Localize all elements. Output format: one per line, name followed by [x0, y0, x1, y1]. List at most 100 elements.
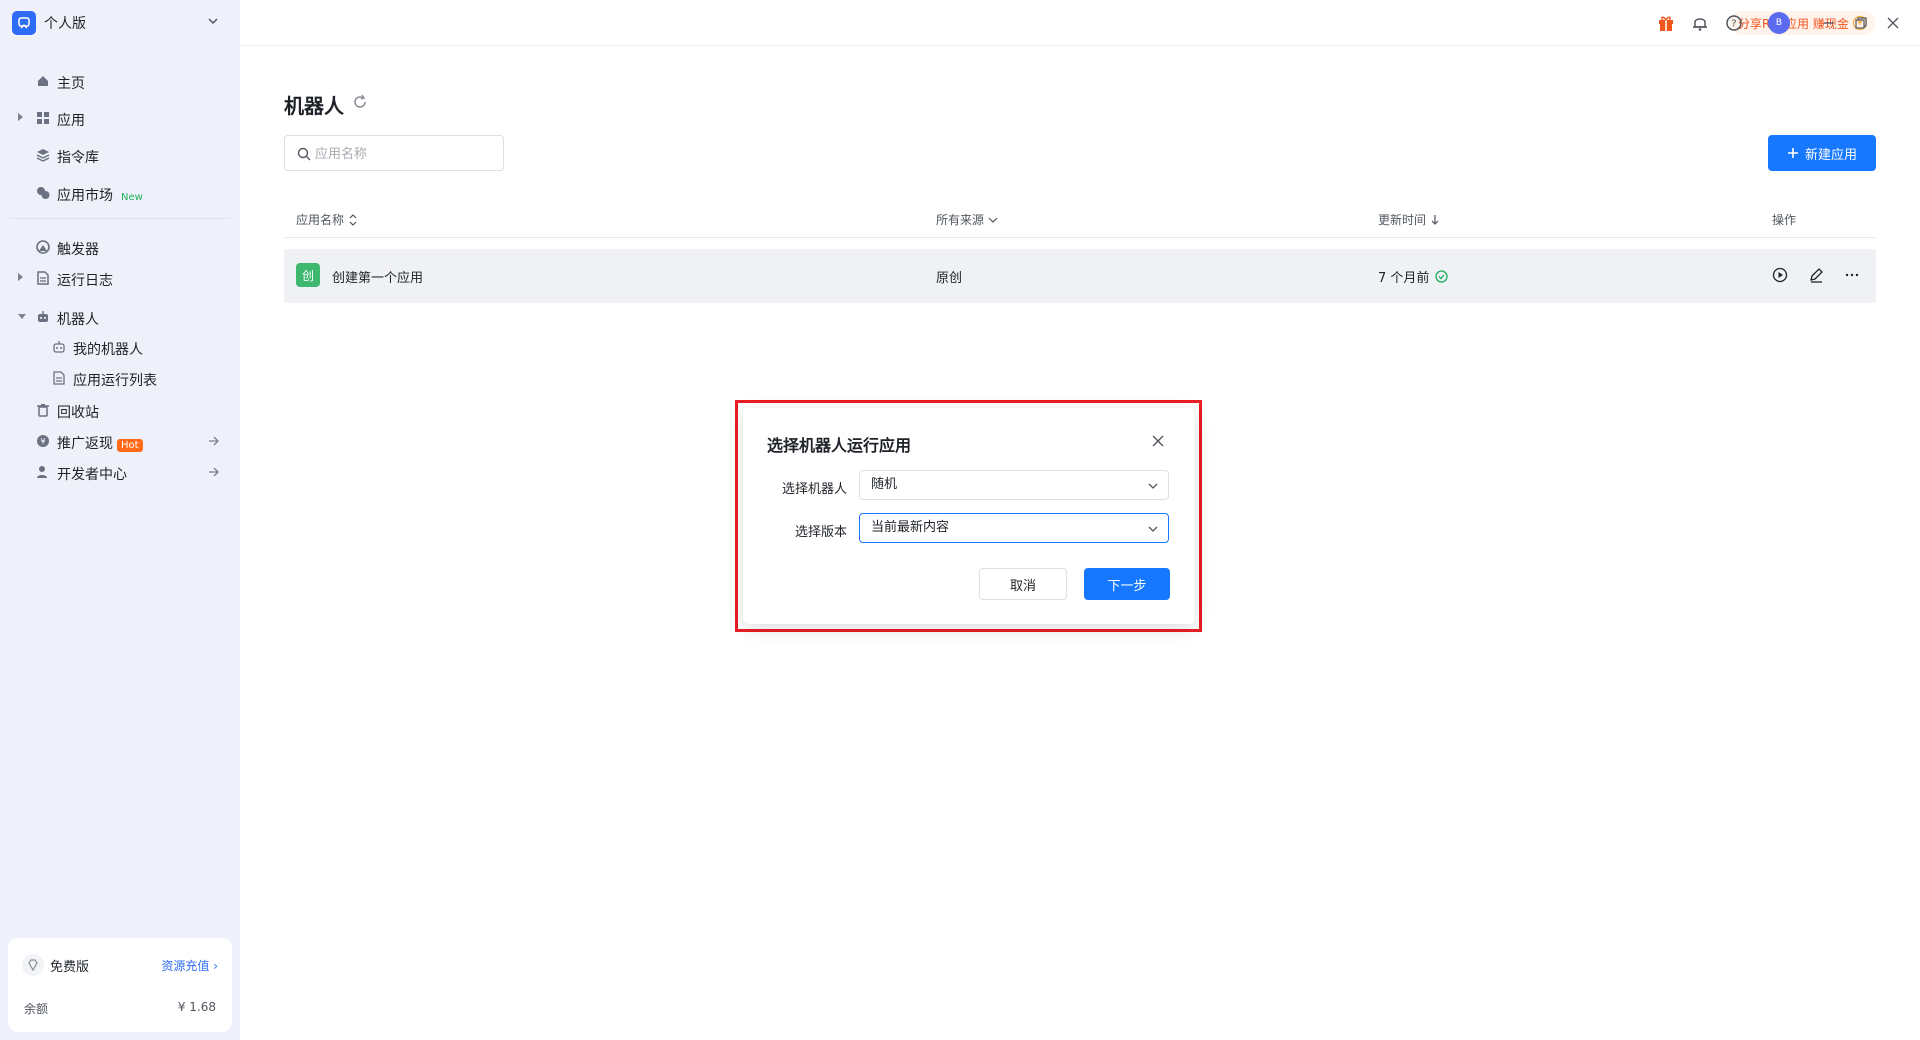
chevron-down-icon — [988, 217, 998, 223]
sidebar-item-apps[interactable]: 应用 — [10, 101, 230, 135]
restore-icon[interactable] — [1852, 14, 1870, 32]
search-field[interactable] — [284, 135, 504, 171]
balance-label: 余额 — [24, 1002, 49, 1016]
layers-icon — [36, 149, 50, 162]
plan-name: 免费版 — [50, 959, 90, 975]
app-badge-icon: 创 — [296, 263, 320, 287]
sidebar-item-label: 我的机器人 — [73, 342, 143, 358]
sidebar-item-referral[interactable]: ¥ 推广返现 Hot — [10, 424, 230, 458]
sidebar-item-recycle-bin[interactable]: 回收站 — [10, 393, 230, 427]
column-header-updated[interactable]: 更新时间 — [1378, 211, 1440, 228]
trash-icon — [37, 404, 49, 417]
sort-icon — [349, 213, 357, 226]
search-input[interactable] — [315, 144, 495, 164]
workspace-name: 个人版 — [44, 16, 86, 32]
plus-icon — [1787, 148, 1798, 158]
document-icon — [37, 271, 49, 285]
close-icon[interactable] — [1151, 434, 1165, 448]
column-header-name[interactable]: 应用名称 — [296, 211, 358, 228]
table-row[interactable]: 创 创建第一个应用 原创 7 个月前 — [284, 249, 1876, 303]
page-title: 机器人 — [284, 94, 344, 118]
row-actions — [1772, 267, 1860, 283]
robot-select[interactable]: 随机 — [859, 470, 1169, 500]
version-select[interactable]: 当前最新内容 — [859, 513, 1169, 543]
search-icon — [297, 147, 311, 161]
plan-card: 免费版 资源充值 › 余额 ¥ 1.68 — [8, 938, 232, 1032]
sidebar-item-app-market[interactable]: 应用市场 New — [10, 176, 230, 210]
trigger-icon — [36, 240, 50, 254]
sidebar-item-label: 应用市场 New — [57, 188, 143, 204]
robot-select-value: 随机 — [871, 477, 898, 492]
column-header-actions: 操作 — [1772, 211, 1796, 228]
arrow-right-icon — [209, 436, 219, 446]
sidebar-item-label: 应用 — [57, 113, 85, 129]
sidebar-item-run-logs[interactable]: 运行日志 — [10, 261, 230, 295]
dialog-title: 选择机器人运行应用 — [767, 436, 912, 455]
diamond-icon — [22, 954, 44, 976]
run-icon[interactable] — [1772, 267, 1788, 283]
expand-arrow-icon[interactable] — [18, 273, 23, 281]
expand-arrow-icon[interactable] — [18, 113, 23, 121]
column-header-source[interactable]: 所有来源 — [936, 211, 998, 228]
gift-icon[interactable] — [1657, 14, 1675, 32]
new-app-button[interactable]: 新建应用 — [1768, 135, 1876, 171]
home-icon — [38, 76, 48, 86]
edit-icon[interactable] — [1808, 267, 1824, 283]
sidebar-item-label: 触发器 — [57, 242, 99, 258]
balance-value: ¥ 1.68 — [177, 1000, 216, 1014]
coin-icon: ¥ — [37, 435, 49, 447]
sidebar-item-label: 推广返现 Hot — [57, 433, 143, 453]
list-document-icon — [53, 371, 65, 385]
version-label: 选择版本 — [794, 525, 847, 540]
more-icon[interactable] — [1844, 267, 1860, 283]
table-header: 应用名称 所有来源 更新时间 操作 — [284, 198, 1876, 238]
top-bar: 分享RPA应用 赚现金 ¥ ? B — [240, 0, 1920, 46]
next-button[interactable]: 下一步 — [1084, 568, 1170, 600]
sidebar-item-label: 主页 — [57, 76, 85, 92]
column-label: 更新时间 — [1378, 213, 1427, 227]
close-window-icon[interactable] — [1884, 14, 1902, 32]
chevron-down-icon — [208, 18, 218, 25]
bell-icon[interactable] — [1691, 14, 1709, 32]
robot-label: 选择机器人 — [781, 482, 847, 497]
refresh-icon[interactable] — [352, 94, 368, 110]
sidebar-item-command-library[interactable]: 指令库 — [10, 138, 230, 172]
sidebar-item-robots[interactable]: 机器人 — [10, 300, 230, 334]
sidebar-item-home[interactable]: 主页 — [10, 64, 230, 98]
robot-icon — [38, 311, 48, 322]
collapse-arrow-icon[interactable] — [18, 314, 26, 319]
chevron-down-icon — [1148, 526, 1158, 532]
sidebar-item-label: 机器人 — [57, 312, 99, 328]
app-updated: 7 个月前 — [1378, 267, 1449, 286]
arrow-right-icon — [209, 467, 219, 477]
new-app-label: 新建应用 — [1804, 147, 1857, 163]
sidebar-item-app-run-list[interactable]: 应用运行列表 — [10, 361, 230, 395]
hot-badge: Hot — [117, 439, 143, 452]
sidebar-item-developer-center[interactable]: 开发者中心 — [10, 455, 230, 489]
column-label: 操作 — [1772, 213, 1797, 227]
sidebar-item-triggers[interactable]: 触发器 — [10, 230, 230, 264]
divider — [10, 218, 230, 219]
app-name[interactable]: 创建第一个应用 — [332, 267, 423, 286]
cancel-button[interactable]: 取消 — [979, 568, 1067, 600]
sidebar: 个人版 主页 应用 指令库 应用市场 New 触发器 运行日志 机器人 我的机器… — [0, 0, 240, 1040]
recharge-link[interactable]: 资源充值 › — [161, 957, 218, 974]
column-label: 所有来源 — [936, 213, 985, 227]
robot-outline-icon — [53, 341, 65, 353]
help-icon[interactable]: ? — [1725, 14, 1743, 32]
workspace-switcher[interactable]: 个人版 — [12, 10, 226, 36]
developer-icon — [37, 466, 47, 478]
column-label: 应用名称 — [296, 213, 345, 227]
sidebar-item-label: 指令库 — [57, 150, 99, 166]
sidebar-item-label: 应用运行列表 — [73, 373, 157, 389]
run-app-dialog: 选择机器人运行应用 选择机器人 随机 选择版本 当前最新内容 取消 下一步 — [743, 408, 1195, 624]
published-check-icon — [1435, 270, 1449, 283]
avatar[interactable]: B — [1768, 12, 1790, 34]
updated-text: 7 个月前 — [1378, 271, 1430, 286]
svg-text:¥: ¥ — [40, 437, 45, 446]
svg-text:?: ? — [1731, 19, 1736, 30]
sidebar-item-my-robots[interactable]: 我的机器人 — [10, 330, 230, 364]
chevron-down-icon — [1148, 483, 1158, 489]
minimize-icon[interactable] — [1820, 14, 1838, 32]
arrow-down-icon — [1431, 214, 1439, 225]
